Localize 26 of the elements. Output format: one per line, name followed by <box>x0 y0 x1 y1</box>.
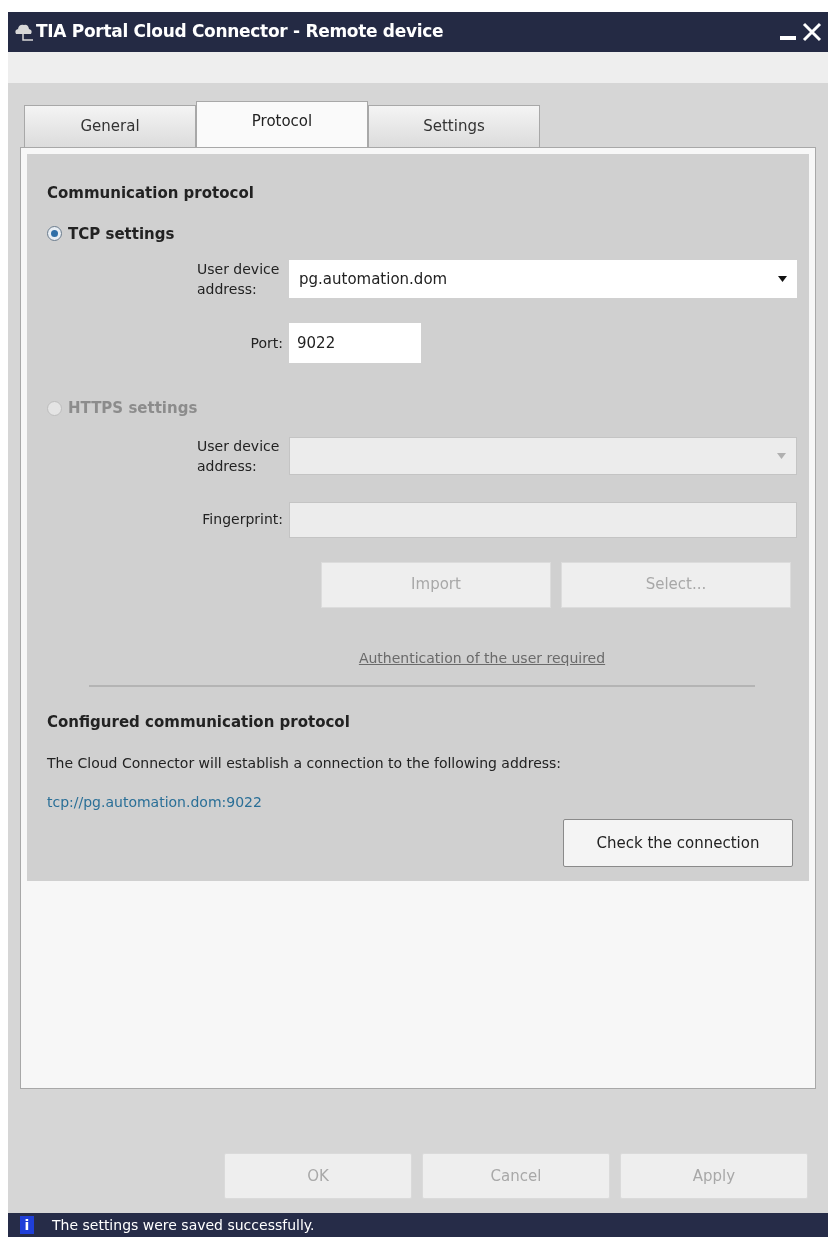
status-message: The settings were saved successfully. <box>52 1215 315 1235</box>
address-link[interactable]: tcp://pg.automation.dom:9022 <box>47 792 797 813</box>
cloud-icon <box>12 22 34 42</box>
caret-icon <box>777 452 786 459</box>
tab[interactable]: General <box>24 105 196 147</box>
field-label: Fingerprint: <box>202 510 283 529</box>
port-field[interactable]: 9022 <box>289 323 421 363</box>
close-icon[interactable] <box>802 22 822 42</box>
check-connection-button[interactable]: Check the connection <box>563 819 793 867</box>
section-heading: Configured communication protocol <box>47 711 351 733</box>
tab[interactable]: Settings <box>368 105 540 147</box>
description-text: The Cloud Connector will establish a connection to the following address: <box>47 754 563 773</box>
window-title: TIA Portal Cloud Connector - Remote device <box>36 20 444 44</box>
address-dropdown[interactable]: pg.automation.dom <box>289 260 797 298</box>
radio-button[interactable] <box>47 226 62 242</box>
authentication-link[interactable]: Authentication of the user required <box>358 647 606 669</box>
radio-label: HTTPS settings <box>68 398 198 419</box>
field-label: User device address: <box>197 260 281 299</box>
tab[interactable]: Protocol <box>196 101 368 147</box>
info-icon: i <box>20 1216 34 1234</box>
radio-label: TCP settings <box>68 223 175 245</box>
field-label: User device address: <box>197 436 281 476</box>
field-label: Port: <box>250 333 283 353</box>
fingerprint-field[interactable] <box>289 501 797 538</box>
caret-icon <box>778 276 787 282</box>
section-heading: Communication protocol <box>47 183 255 204</box>
